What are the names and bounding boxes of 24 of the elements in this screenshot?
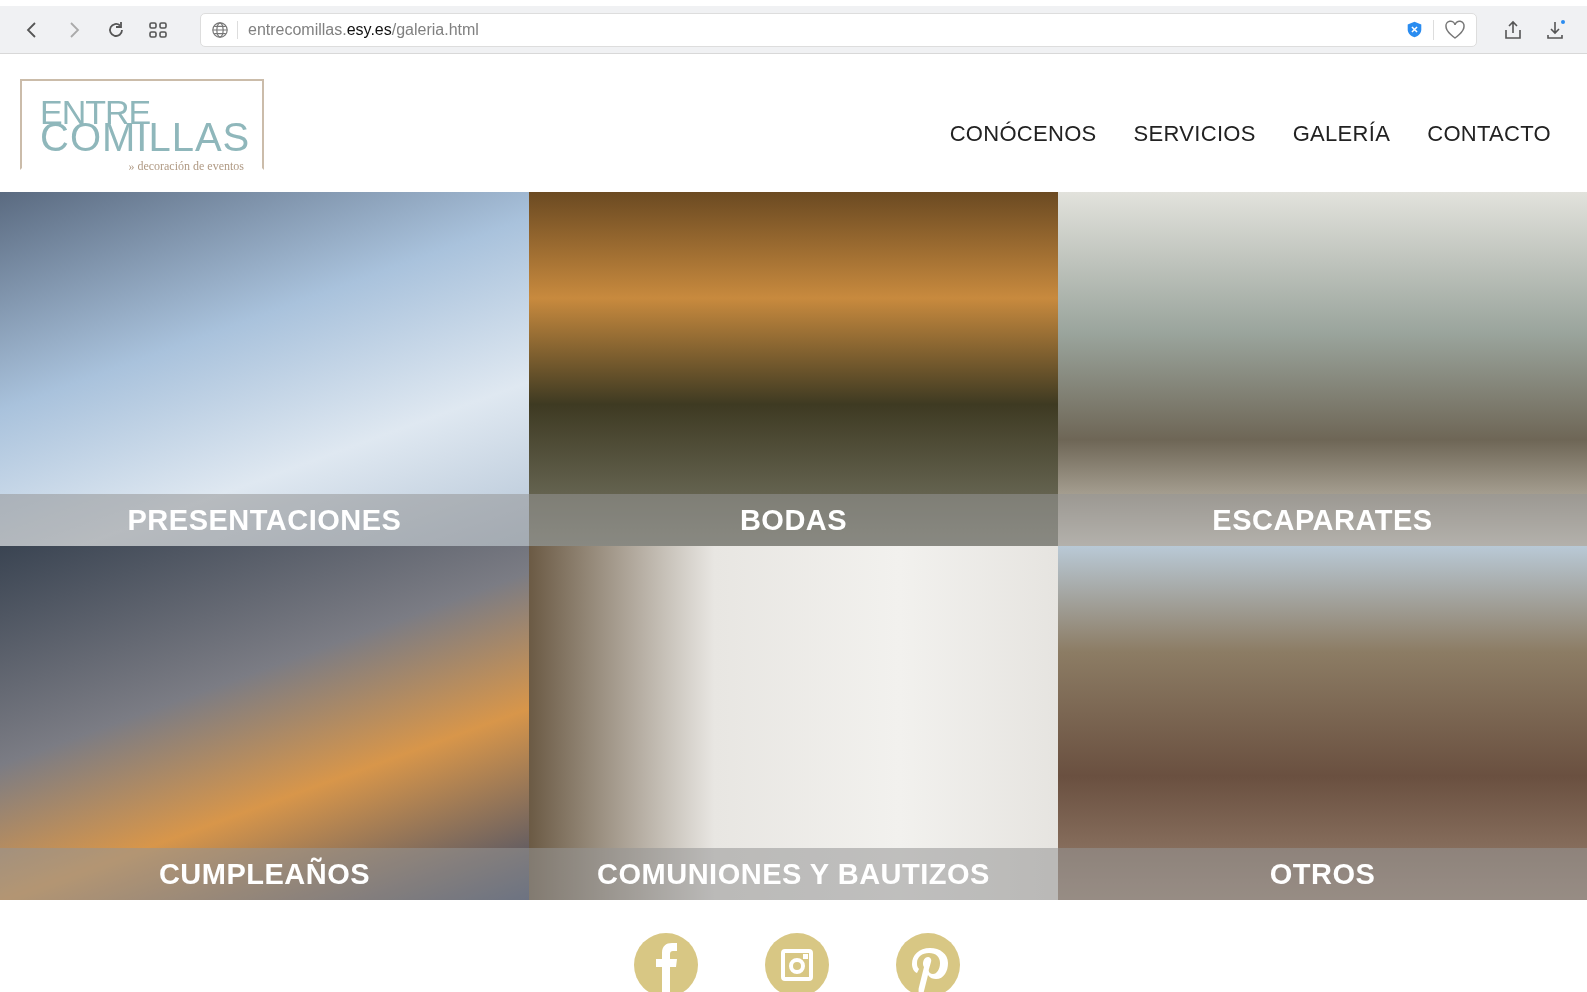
gallery-tile[interactable]: OTROS (1058, 546, 1587, 900)
gallery-tile[interactable]: ESCAPARATES (1058, 192, 1587, 546)
grid-icon[interactable] (148, 19, 168, 40)
nav-link[interactable]: GALERÍA (1292, 121, 1391, 147)
tile-caption: OTROS (1058, 848, 1587, 900)
gallery-tile[interactable]: COMUNIONES Y BAUTIZOS (529, 546, 1058, 900)
address-field[interactable]: entrecomillas.esy.es/galeria.html (200, 12, 1477, 47)
tile-caption: BODAS (529, 494, 1058, 546)
heart-icon[interactable] (1433, 19, 1466, 40)
shield-icon[interactable] (1406, 20, 1423, 39)
share-icon[interactable] (1503, 19, 1523, 40)
nav-link[interactable]: CONTACTO (1427, 121, 1551, 147)
tile-caption: CUMPLEAÑOS (0, 848, 529, 900)
tile-caption: ESCAPARATES (1058, 494, 1587, 546)
download-icon[interactable] (1545, 19, 1565, 40)
gallery-tile[interactable]: PRESENTACIONES (0, 192, 529, 546)
tile-caption: PRESENTACIONES (0, 494, 529, 546)
gallery-tile[interactable]: BODAS (529, 192, 1058, 546)
nav-link[interactable]: CONÓCENOS (949, 121, 1097, 147)
tile-caption: COMUNIONES Y BAUTIZOS (529, 848, 1058, 900)
reload-icon[interactable] (106, 19, 126, 40)
nav-link[interactable]: SERVICIOS (1133, 121, 1256, 147)
gallery-tile[interactable]: CUMPLEAÑOS (0, 546, 529, 900)
globe-icon (211, 20, 238, 39)
